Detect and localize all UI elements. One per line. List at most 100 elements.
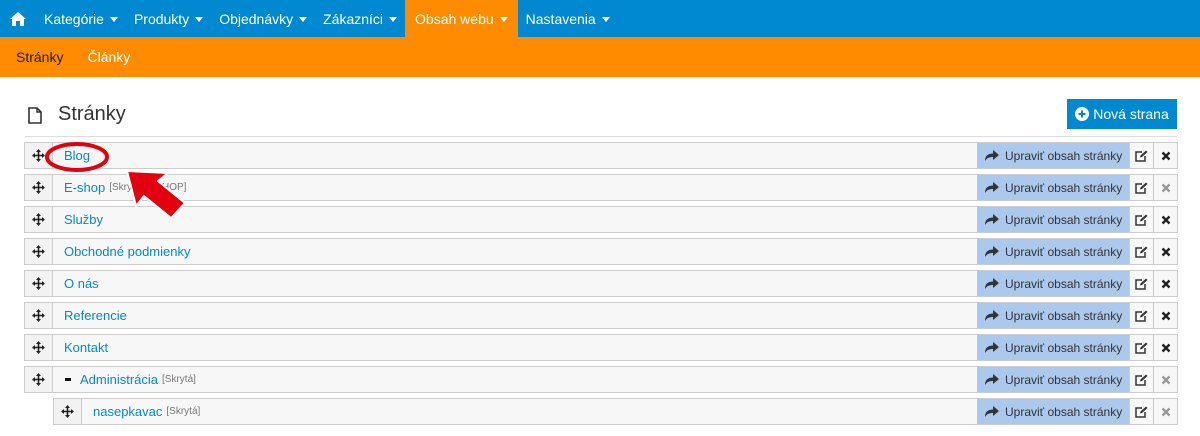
page-title: Stránky xyxy=(58,103,126,125)
page-row: nasepkavac [Skrytá] Upraviť obsah stránk… xyxy=(53,398,1178,425)
top-navbar: Kategórie Produkty Objednávky Zákazníci … xyxy=(0,0,1200,37)
edit-icon xyxy=(1135,182,1148,194)
caret-down-icon xyxy=(601,17,610,22)
edit-content-button[interactable]: Upraviť obsah stránky xyxy=(977,207,1129,232)
page-link[interactable]: Referencie xyxy=(64,308,127,323)
sub-navbar: Stránky Články xyxy=(0,37,1200,77)
move-icon xyxy=(32,309,45,322)
page-row: Služby Upraviť obsah stránky xyxy=(24,206,1178,233)
page-tag: [Skrytá] xyxy=(166,406,201,417)
share-arrow-icon xyxy=(985,342,999,353)
page-link[interactable]: Služby xyxy=(64,212,103,227)
nav-produkty[interactable]: Produkty xyxy=(126,0,211,37)
edit-content-button[interactable]: Upraviť obsah stránky xyxy=(977,367,1129,392)
edit-icon xyxy=(1135,310,1148,322)
collapse-icon[interactable] xyxy=(65,378,71,381)
drag-handle[interactable] xyxy=(25,239,53,264)
nav-kategorie[interactable]: Kategórie xyxy=(36,0,126,37)
close-icon xyxy=(1161,151,1170,160)
nav-nastavenia[interactable]: Nastavenia xyxy=(518,0,618,37)
delete-button[interactable] xyxy=(1153,175,1177,200)
close-icon xyxy=(1161,247,1170,256)
delete-button[interactable] xyxy=(1153,335,1177,360)
page-label: Blog xyxy=(53,143,977,168)
edit-content-button[interactable]: Upraviť obsah stránky xyxy=(977,239,1129,264)
page-row: Blog Upraviť obsah stránky xyxy=(24,142,1178,169)
page-link[interactable]: Blog xyxy=(64,148,90,163)
move-icon xyxy=(61,405,74,418)
move-icon xyxy=(32,341,45,354)
edit-content-button[interactable]: Upraviť obsah stránky xyxy=(977,303,1129,328)
page-label: E-shop [Skrytá] [ESHOP] xyxy=(53,175,977,200)
page-link[interactable]: E-shop xyxy=(64,180,105,195)
page-label: Obchodné podmienky xyxy=(53,239,977,264)
move-icon xyxy=(32,373,45,386)
page-label: nasepkavac [Skrytá] xyxy=(82,399,977,424)
drag-handle[interactable] xyxy=(25,175,53,200)
page-header: Stránky Nová strana xyxy=(25,97,1177,137)
page-link[interactable]: Kontakt xyxy=(64,340,108,355)
pages-list: Blog Upraviť obsah stránky E-shop [Skryt… xyxy=(24,142,1178,430)
home-icon xyxy=(10,11,26,26)
caret-down-icon xyxy=(109,17,118,22)
page-tag: [Skrytá] [ESHOP] xyxy=(109,182,187,193)
drag-handle[interactable] xyxy=(25,143,53,168)
plus-circle-icon xyxy=(1075,107,1090,121)
page-link[interactable]: Obchodné podmienky xyxy=(64,244,190,259)
edit-icon xyxy=(1135,342,1148,354)
delete-button[interactable] xyxy=(1153,239,1177,264)
drag-handle[interactable] xyxy=(25,271,53,296)
home-button[interactable] xyxy=(0,0,36,37)
drag-handle[interactable] xyxy=(25,335,53,360)
nav-zakaznici[interactable]: Zákazníci xyxy=(315,0,405,37)
drag-handle[interactable] xyxy=(54,399,82,424)
edit-content-button[interactable]: Upraviť obsah stránky xyxy=(977,143,1129,168)
caret-down-icon xyxy=(299,17,308,22)
close-icon xyxy=(1161,311,1170,320)
subnav-clanky[interactable]: Články xyxy=(79,49,138,65)
edit-button[interactable] xyxy=(1129,271,1153,296)
page-row: Obchodné podmienky Upraviť obsah stránky xyxy=(24,238,1178,265)
drag-handle[interactable] xyxy=(25,303,53,328)
caret-down-icon xyxy=(389,17,398,22)
delete-button[interactable] xyxy=(1153,303,1177,328)
edit-content-button[interactable]: Upraviť obsah stránky xyxy=(977,399,1129,424)
new-page-button[interactable]: Nová strana xyxy=(1067,99,1177,129)
caret-down-icon xyxy=(195,17,204,22)
edit-content-button[interactable]: Upraviť obsah stránky xyxy=(977,175,1129,200)
share-arrow-icon xyxy=(985,246,999,257)
edit-button[interactable] xyxy=(1129,367,1153,392)
share-arrow-icon xyxy=(985,310,999,321)
edit-content-button[interactable]: Upraviť obsah stránky xyxy=(977,335,1129,360)
page-label: Administrácia [Skrytá] xyxy=(53,367,977,392)
nav-objednavky[interactable]: Objednávky xyxy=(211,0,315,37)
drag-handle[interactable] xyxy=(25,367,53,392)
share-arrow-icon xyxy=(985,150,999,161)
page-row: Referencie Upraviť obsah stránky xyxy=(24,302,1178,329)
delete-button[interactable] xyxy=(1153,399,1177,424)
page-label: Kontakt xyxy=(53,335,977,360)
page-link[interactable]: O nás xyxy=(64,276,99,291)
edit-button[interactable] xyxy=(1129,335,1153,360)
delete-button[interactable] xyxy=(1153,271,1177,296)
delete-button[interactable] xyxy=(1153,143,1177,168)
page-row: O nás Upraviť obsah stránky xyxy=(24,270,1178,297)
edit-icon xyxy=(1135,214,1148,226)
edit-button[interactable] xyxy=(1129,239,1153,264)
edit-button[interactable] xyxy=(1129,303,1153,328)
nav-obsah-webu[interactable]: Obsah webu xyxy=(405,0,518,37)
page-label: O nás xyxy=(53,271,977,296)
page-link[interactable]: nasepkavac xyxy=(93,404,162,419)
subnav-stranky[interactable]: Stránky xyxy=(8,49,71,65)
edit-button[interactable] xyxy=(1129,175,1153,200)
document-icon xyxy=(28,107,42,124)
edit-button[interactable] xyxy=(1129,207,1153,232)
page-link[interactable]: Administrácia xyxy=(80,372,158,387)
delete-button[interactable] xyxy=(1153,367,1177,392)
drag-handle[interactable] xyxy=(25,207,53,232)
edit-button[interactable] xyxy=(1129,399,1153,424)
delete-button[interactable] xyxy=(1153,207,1177,232)
edit-content-button[interactable]: Upraviť obsah stránky xyxy=(977,271,1129,296)
share-arrow-icon xyxy=(985,214,999,225)
edit-button[interactable] xyxy=(1129,143,1153,168)
